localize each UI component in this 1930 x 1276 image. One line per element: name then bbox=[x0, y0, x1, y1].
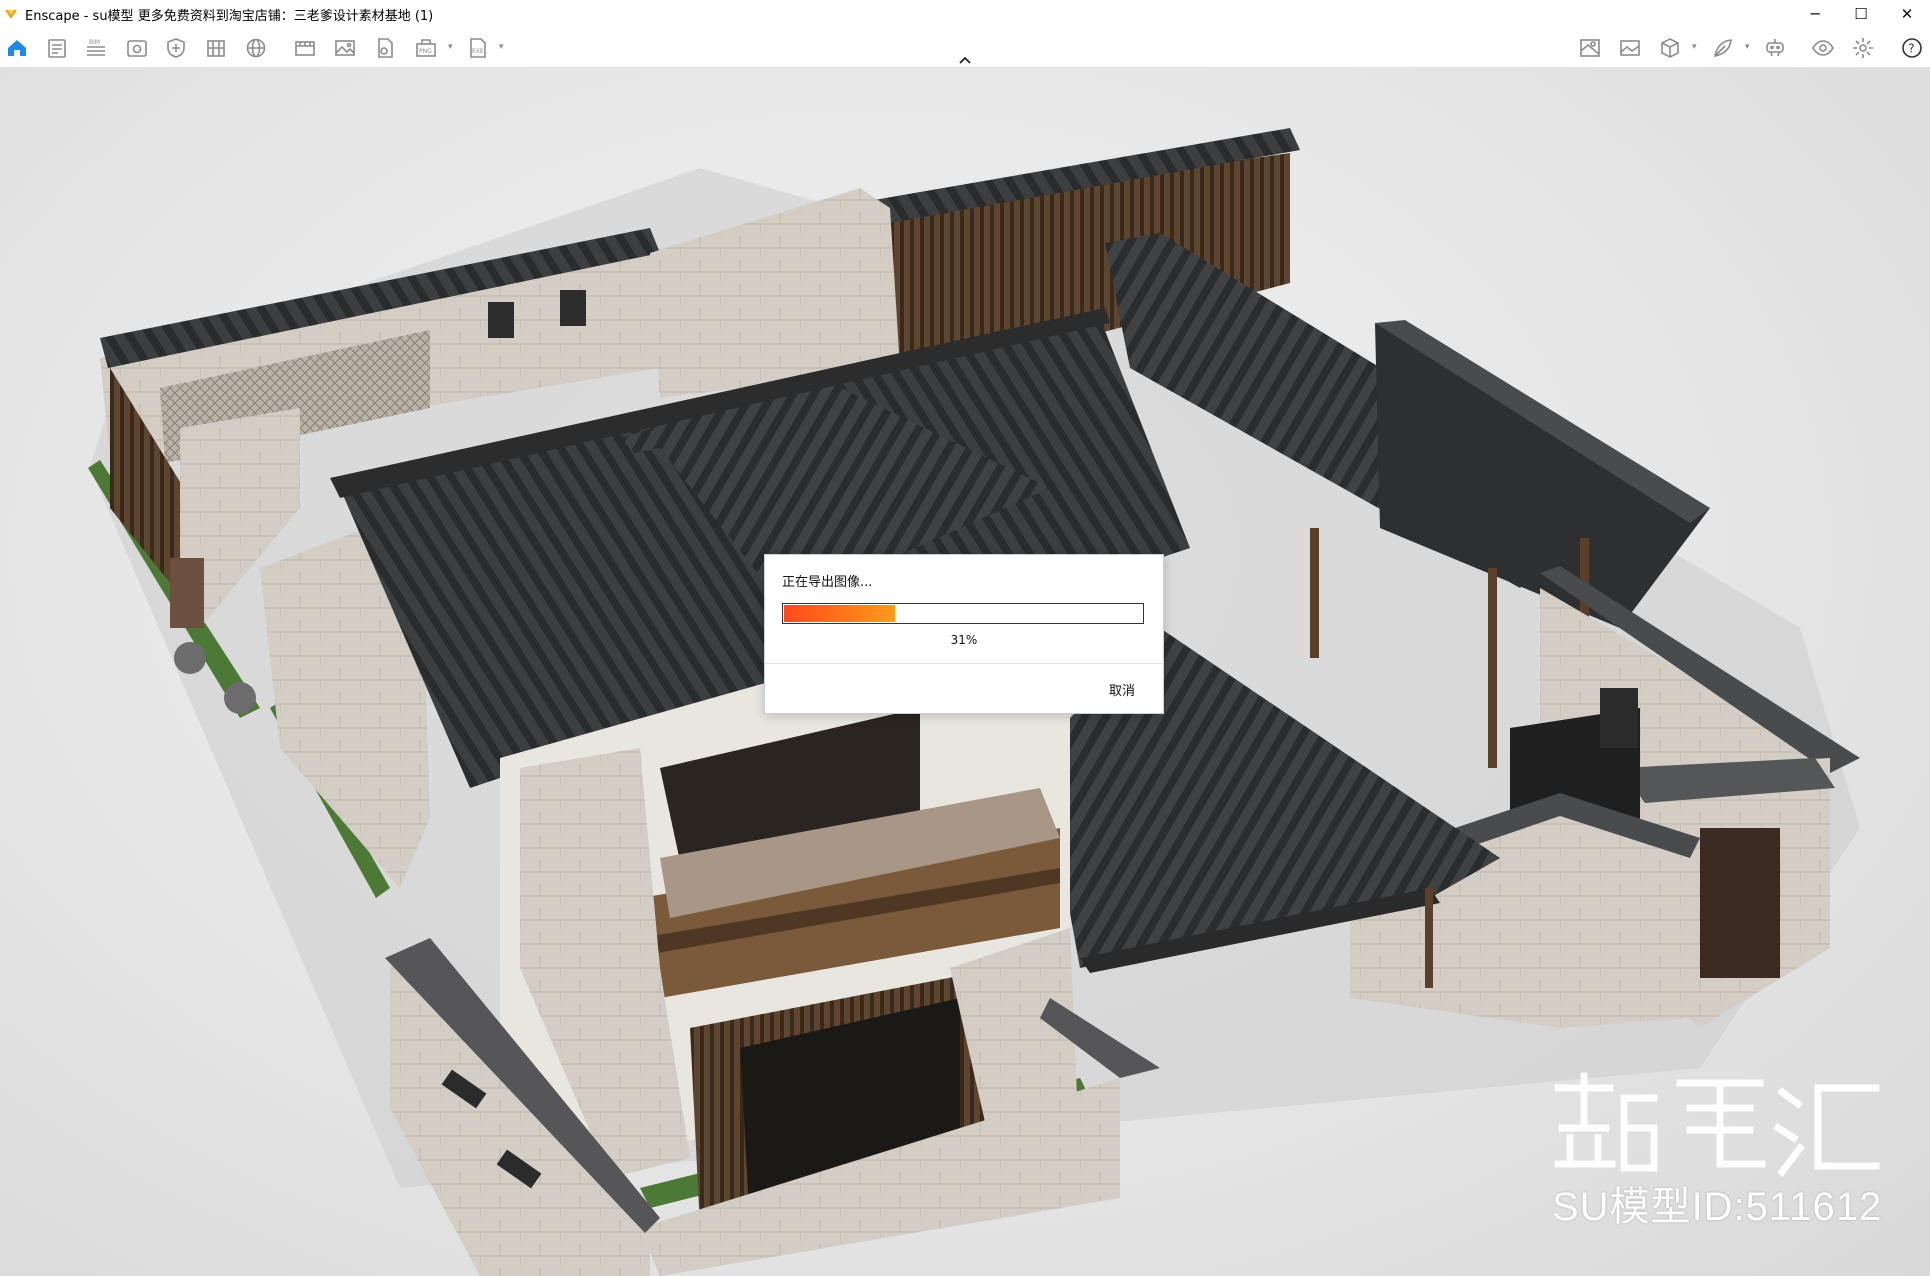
visibility-button[interactable] bbox=[1810, 35, 1836, 61]
book-button[interactable] bbox=[203, 35, 229, 61]
maximize-button[interactable]: ☐ bbox=[1838, 0, 1884, 28]
image-icon bbox=[335, 40, 355, 56]
view-button[interactable] bbox=[124, 35, 150, 61]
asset-library-dropdown[interactable]: ▾ bbox=[1692, 42, 1702, 54]
map-icon bbox=[1580, 39, 1600, 57]
robot-icon bbox=[1766, 39, 1784, 57]
dialog-title: 正在导出图像... bbox=[782, 575, 873, 590]
file-button[interactable] bbox=[372, 35, 398, 61]
png-export-button[interactable]: PNG bbox=[413, 35, 439, 61]
collapse-toolbar-button[interactable] bbox=[955, 53, 975, 67]
cube-icon bbox=[1661, 38, 1679, 58]
cancel-button[interactable]: 取消 bbox=[1097, 679, 1147, 699]
exe-export-dropdown[interactable]: ▾ bbox=[499, 42, 509, 54]
film-icon bbox=[295, 41, 315, 56]
settings-button[interactable] bbox=[1850, 35, 1876, 61]
home-icon bbox=[8, 40, 26, 56]
map-button[interactable] bbox=[1577, 35, 1603, 61]
progress-percentage: 31% bbox=[950, 633, 978, 647]
eye-icon bbox=[1812, 40, 1834, 56]
image-button[interactable] bbox=[332, 35, 358, 61]
gallery-icon bbox=[1620, 40, 1640, 56]
window-controls: ─ ☐ ✕ bbox=[1792, 0, 1930, 28]
leaf-icon bbox=[1713, 39, 1732, 58]
help-button[interactable]: ? bbox=[1899, 35, 1925, 61]
file-icon bbox=[378, 38, 393, 58]
dialog-divider bbox=[765, 663, 1163, 664]
window-title: Enscape - su模型 更多免费资料到淘宝店铺：三老爹设计素材基地 (1) bbox=[25, 8, 434, 24]
close-button[interactable]: ✕ bbox=[1884, 0, 1930, 28]
document-button[interactable] bbox=[44, 35, 70, 61]
asset-library-button[interactable] bbox=[1657, 35, 1683, 61]
home-button[interactable] bbox=[4, 35, 30, 61]
document-icon bbox=[48, 39, 66, 58]
chevron-up-icon bbox=[959, 56, 971, 64]
svg-text:BIM: BIM bbox=[89, 39, 100, 46]
leaf-button[interactable] bbox=[1710, 35, 1736, 61]
help-icon: ? bbox=[1902, 38, 1922, 58]
svg-text:PNG: PNG bbox=[419, 48, 432, 55]
export-image-dialog: 正在导出图像... 31% 取消 bbox=[764, 554, 1164, 714]
bim-button[interactable]: BIM bbox=[83, 35, 109, 61]
globe-button[interactable] bbox=[243, 35, 269, 61]
gallery-button[interactable] bbox=[1617, 35, 1643, 61]
shield-button[interactable] bbox=[163, 35, 189, 61]
book-icon bbox=[207, 40, 225, 57]
view-icon bbox=[127, 40, 147, 57]
progress-bar-fill bbox=[784, 605, 895, 622]
exe-export-button[interactable]: EXE bbox=[465, 35, 491, 61]
title-bar: Enscape - su模型 更多免费资料到淘宝店铺：三老爹设计素材基地 (1)… bbox=[0, 0, 1930, 28]
vr-button[interactable] bbox=[1762, 35, 1788, 61]
shield-icon bbox=[167, 38, 185, 58]
minimize-button[interactable]: ─ bbox=[1792, 0, 1838, 28]
png-export-icon: PNG bbox=[416, 39, 436, 57]
bim-icon: BIM bbox=[87, 39, 105, 56]
progress-bar bbox=[782, 603, 1144, 624]
exe-export-icon: EXE bbox=[470, 38, 486, 58]
leaf-dropdown[interactable]: ▾ bbox=[1745, 42, 1755, 54]
toolbar: BIM PNG ▾ EXE ▾ ▾ ▾ ? bbox=[0, 28, 1930, 68]
png-export-dropdown[interactable]: ▾ bbox=[448, 42, 458, 54]
enscape-logo-icon bbox=[4, 7, 18, 21]
watermark-model-id: SU模型ID:511612 bbox=[1552, 1185, 1883, 1229]
svg-text:?: ? bbox=[1908, 42, 1914, 56]
watermark-logo bbox=[1554, 1072, 1880, 1177]
film-button[interactable] bbox=[292, 35, 318, 61]
settings-icon bbox=[1853, 38, 1873, 58]
globe-icon bbox=[246, 38, 266, 58]
svg-text:EXE: EXE bbox=[472, 48, 484, 55]
